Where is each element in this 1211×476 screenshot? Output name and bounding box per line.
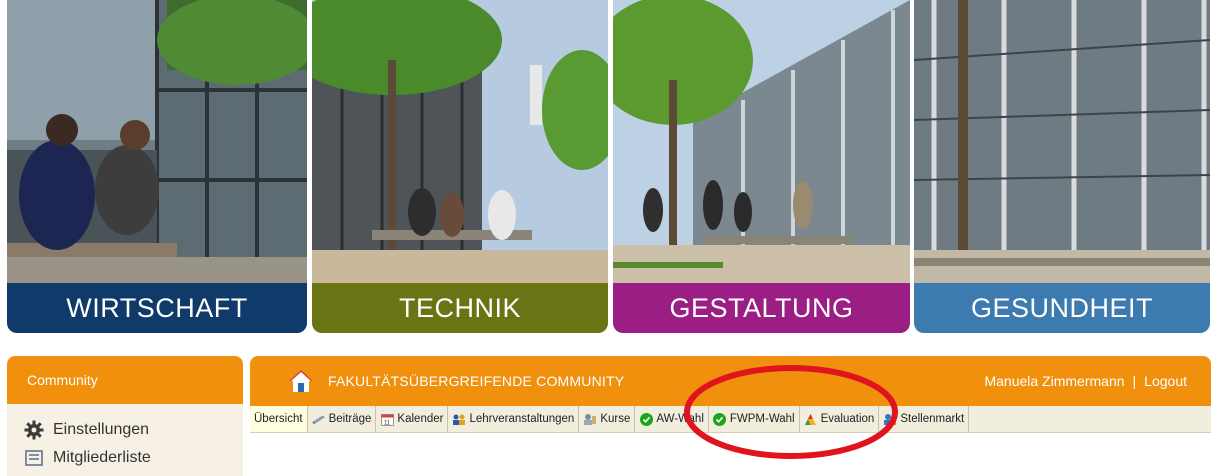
- community-header-bar: FAKULTÄTSÜBERGREIFENDE COMMUNITY Manuela…: [250, 356, 1211, 406]
- gestaltung-photo: [613, 0, 910, 283]
- tab-label: Kalender: [397, 413, 444, 425]
- tab-label: Lehrveranstaltungen: [469, 413, 575, 425]
- faculty-label-technik: TECHNIK: [312, 283, 608, 333]
- tab-label: Beiträge: [328, 413, 372, 425]
- tab-label: FWPM-Wahl: [729, 413, 795, 425]
- home-icon[interactable]: [288, 368, 314, 394]
- sidebar-item-mitgliederliste[interactable]: Mitgliederliste: [7, 444, 243, 472]
- tab-evaluation[interactable]: Evaluation: [800, 406, 880, 432]
- logout-link[interactable]: Logout: [1144, 373, 1187, 389]
- svg-text:11: 11: [384, 420, 391, 426]
- sidebar-item-einstellungen[interactable]: Einstellungen: [7, 416, 243, 444]
- faculty-label-wirtschaft: WIRTSCHAFT: [7, 283, 307, 333]
- tab-label: Stellenmarkt: [900, 413, 965, 425]
- tab-label: Kurse: [600, 413, 631, 425]
- faculty-banner: WIRTSCHAFT TECHNIK GESTALTUNG GESUNDHEIT: [0, 0, 1211, 333]
- user-name-link[interactable]: Manuela Zimmermann: [984, 373, 1124, 389]
- course-icon: [583, 412, 597, 426]
- technik-photo: [312, 0, 608, 283]
- tab-lehrveranstaltungen[interactable]: Lehrveranstaltungen: [448, 406, 580, 432]
- tab-beitraege[interactable]: Beiträge: [308, 406, 377, 432]
- pen-icon: [312, 412, 326, 426]
- faculty-panel-gestaltung[interactable]: GESTALTUNG: [613, 0, 910, 333]
- tab-fwpm-wahl[interactable]: FWPM-Wahl: [709, 406, 800, 432]
- faculty-panel-wirtschaft[interactable]: WIRTSCHAFT: [7, 0, 307, 333]
- faculty-panel-gesundheit[interactable]: GESUNDHEIT: [914, 0, 1210, 333]
- gesundheit-photo: [914, 0, 1210, 283]
- community-sidebar: Community Einstellungen Mitgliederliste: [7, 356, 243, 476]
- gear-icon: [23, 419, 45, 441]
- tab-label: Übersicht: [254, 413, 303, 425]
- check-icon: [713, 412, 727, 426]
- sidebar-item-label: Mitgliederliste: [53, 449, 151, 466]
- market-icon: [883, 412, 897, 426]
- check-icon: [639, 412, 653, 426]
- sidebar-header: Community: [7, 356, 243, 404]
- chart-icon: [804, 412, 818, 426]
- people-icon: [452, 412, 466, 426]
- community-main: FAKULTÄTSÜBERGREIFENDE COMMUNITY Manuela…: [250, 356, 1211, 476]
- tab-label: AW-Wahl: [656, 413, 704, 425]
- tab-kurse[interactable]: Kurse: [579, 406, 636, 432]
- sidebar-item-label: Einstellungen: [53, 421, 150, 438]
- calendar-icon: 11: [380, 412, 394, 426]
- faculty-label-gestaltung: GESTALTUNG: [613, 283, 910, 333]
- page-title: FAKULTÄTSÜBERGREIFENDE COMMUNITY: [328, 373, 625, 389]
- tab-label: Evaluation: [820, 413, 875, 425]
- faculty-label-gesundheit: GESUNDHEIT: [914, 283, 1210, 333]
- wirtschaft-photo: [7, 0, 307, 283]
- tab-uebersicht[interactable]: Übersicht: [250, 406, 308, 432]
- faculty-panel-technik[interactable]: TECHNIK: [312, 0, 608, 333]
- tab-kalender[interactable]: 11 Kalender: [376, 406, 449, 432]
- user-nav-separator: |: [1132, 373, 1137, 389]
- user-nav: Manuela Zimmermann | Logout: [984, 373, 1187, 389]
- tab-stellenmarkt[interactable]: Stellenmarkt: [879, 406, 970, 432]
- tab-aw-wahl[interactable]: AW-Wahl: [635, 406, 709, 432]
- community-tabs: Übersicht Beiträge 11 Kalender Lehrveran…: [250, 406, 1211, 433]
